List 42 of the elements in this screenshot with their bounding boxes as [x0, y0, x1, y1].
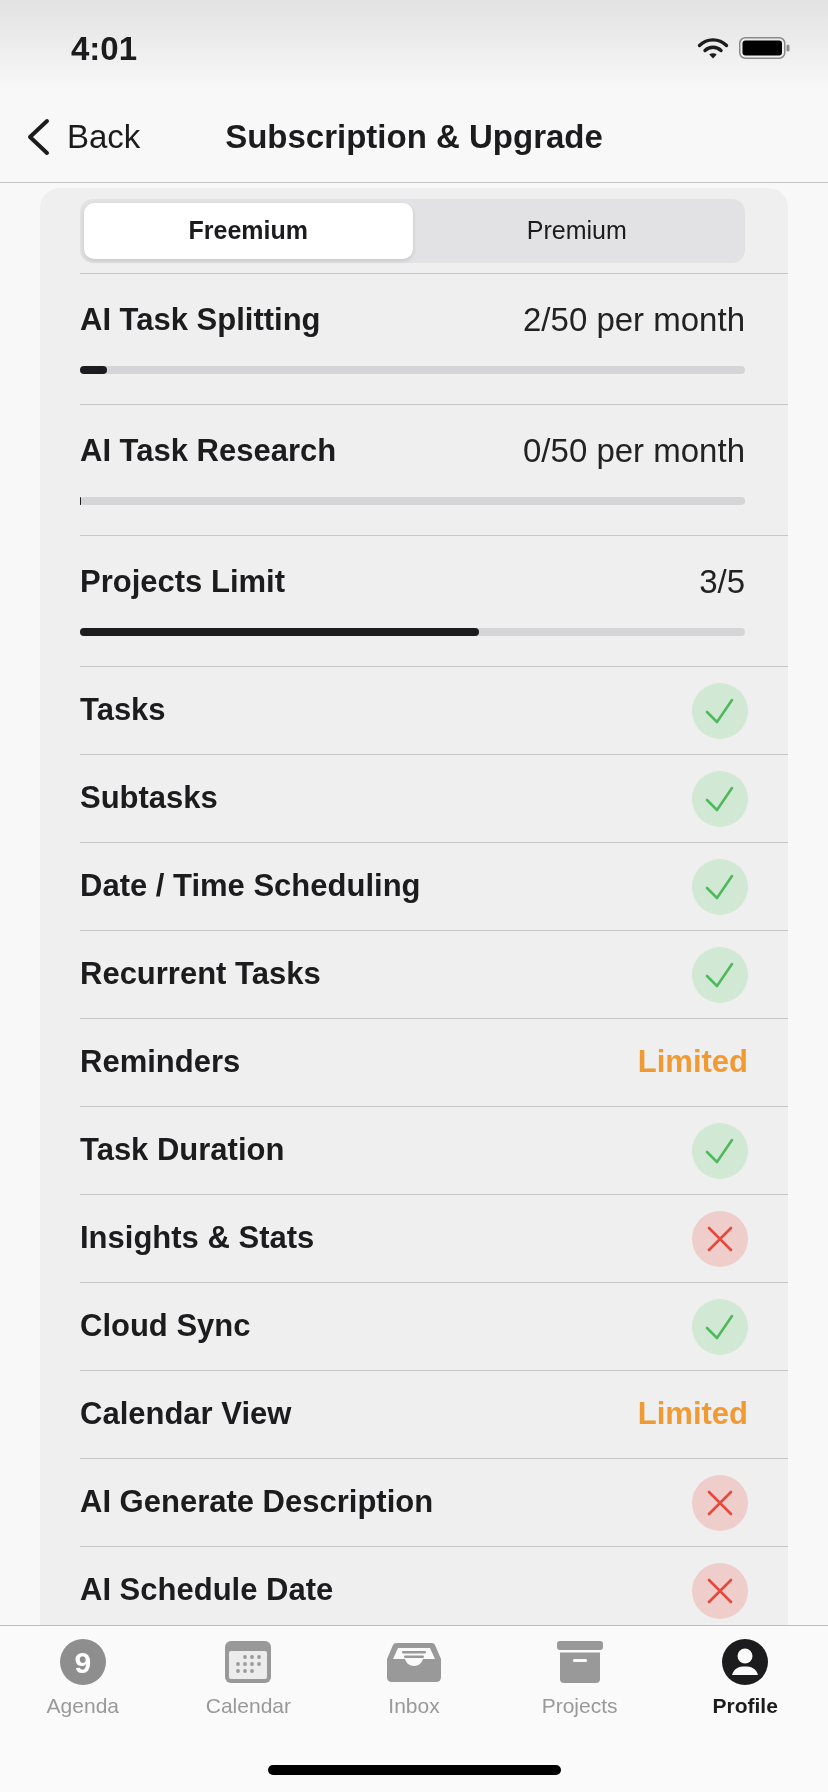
check-icon [692, 1122, 748, 1179]
feature-label: AI Generate Description [80, 1483, 434, 1522]
check-icon [692, 858, 748, 915]
page-title: Subscription & Upgrade [225, 116, 603, 157]
person-icon [722, 1639, 769, 1685]
usage-label: AI Task Research [80, 431, 337, 470]
cross-icon [692, 1210, 748, 1267]
feature-label: Tasks [80, 691, 166, 730]
status-text: Limited [637, 1395, 748, 1434]
plan-tab[interactable]: Freemium [84, 203, 413, 259]
feature-label: Calendar View [80, 1395, 292, 1434]
usage-value: 2/50 per month [523, 300, 745, 341]
battery-icon [739, 37, 790, 59]
back-button[interactable]: Back [0, 116, 141, 157]
usage-label: Projects Limit [80, 562, 285, 601]
plan-tab[interactable]: Premium [412, 203, 741, 259]
feature-label: Insights & Stats [80, 1219, 315, 1258]
feature-label: AI Schedule Date [80, 1571, 334, 1610]
check-icon [692, 770, 748, 827]
feature-label: Recurrent Tasks [80, 955, 321, 994]
feature-label: Cloud Sync [80, 1307, 251, 1346]
check-icon [692, 946, 748, 1003]
usage-value: 3/5 [699, 562, 745, 603]
status-text: Limited [637, 1043, 748, 1082]
status-time: 4:01 [71, 32, 138, 66]
chevron-left-icon [26, 117, 50, 156]
check-icon [692, 682, 748, 739]
check-icon [692, 1298, 748, 1355]
feature-label: Subtasks [80, 779, 218, 818]
usage-label: AI Task Splitting [80, 300, 321, 339]
archive-box-icon [556, 1641, 603, 1683]
feature-label: Reminders [80, 1043, 241, 1082]
tray-icon [387, 1642, 441, 1682]
feature-label: Date / Time Scheduling [80, 867, 421, 906]
tab-item[interactable]: Profile [662, 1639, 828, 1718]
date-badge: 9 [59, 1639, 106, 1685]
wifi-icon [697, 37, 729, 59]
calendar-icon [225, 1641, 272, 1683]
feature-label: Task Duration [80, 1131, 285, 1170]
usage-value: 0/50 per month [523, 431, 745, 472]
cross-icon [692, 1562, 748, 1619]
cross-icon [692, 1474, 748, 1531]
